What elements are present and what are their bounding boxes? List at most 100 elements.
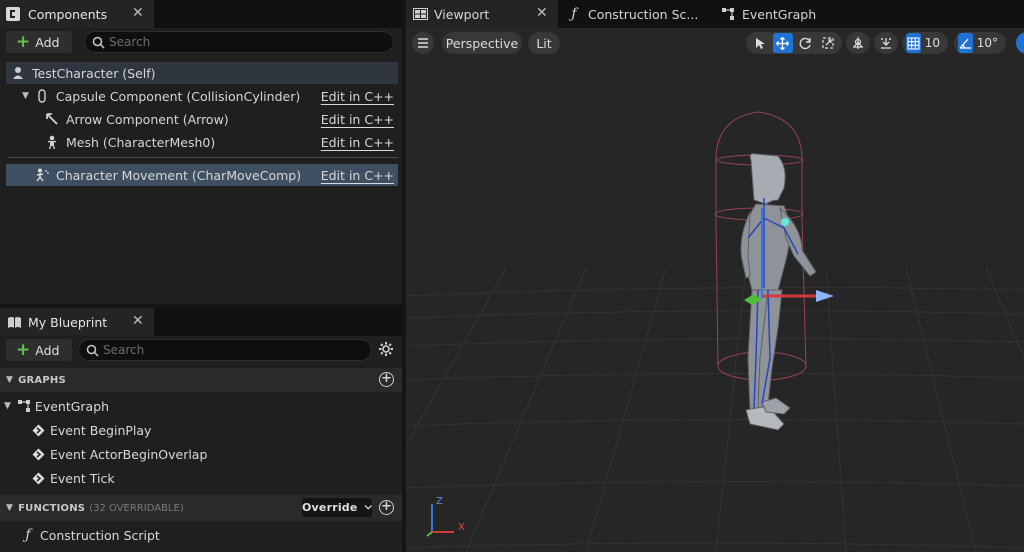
- capsule-icon: [34, 88, 50, 104]
- select-cursor-icon[interactable]: [750, 33, 771, 53]
- event-label: Event ActorBeginOverlap: [50, 446, 208, 462]
- settings-gear-icon[interactable]: [378, 341, 394, 360]
- character-mesh: [740, 153, 817, 431]
- event-label: Event BeginPlay: [50, 422, 152, 438]
- tree-row-mesh[interactable]: Mesh (CharacterMesh0) Edit in C++: [6, 131, 398, 153]
- viewport-icon: [412, 6, 428, 22]
- event-graph-item[interactable]: ▼ EventGraph: [4, 395, 109, 417]
- arrow-component-icon: [44, 111, 60, 127]
- root-label: TestCharacter (Self): [32, 65, 156, 81]
- override-label: Override: [302, 501, 358, 514]
- rotation-snap-group[interactable]: 10°: [954, 32, 1006, 54]
- editor-tabbar: Viewport ✕ ƒ Construction Sc... EventGra…: [406, 0, 1024, 28]
- collapse-caret-icon[interactable]: ▼: [4, 401, 11, 411]
- lit-button[interactable]: Lit: [528, 32, 560, 54]
- surface-snap-toggle[interactable]: [874, 32, 898, 54]
- graphs-header-label: GRAPHS: [18, 374, 66, 386]
- close-icon[interactable]: ✕: [132, 313, 144, 329]
- functions-count: (32 OVERRIDABLE): [89, 502, 184, 514]
- tab-construction-script[interactable]: ƒ Construction Sc...: [566, 0, 716, 28]
- blueprint-tab-label: My Blueprint: [28, 314, 108, 330]
- event-label: Event Tick: [50, 470, 115, 486]
- tree-root-self[interactable]: TestCharacter (Self): [6, 62, 398, 84]
- tab-label: Viewport: [434, 6, 490, 22]
- character-movement-icon: [34, 167, 50, 183]
- item-label: Capsule Component (CollisionCylinder): [55, 88, 301, 104]
- add-blueprint-item-button[interactable]: + Add: [6, 339, 72, 361]
- transform-tools: [746, 32, 842, 54]
- tree-row-capsule[interactable]: ▼ Capsule Component (CollisionCylinder) …: [6, 85, 398, 107]
- axis-z-label: Z: [436, 496, 443, 507]
- blueprint-search[interactable]: [78, 339, 372, 361]
- event-item[interactable]: Event BeginPlay: [30, 419, 151, 441]
- lit-label: Lit: [536, 35, 552, 51]
- book-icon: [6, 314, 22, 330]
- components-tabbar: Components ✕: [0, 0, 402, 28]
- scale-icon[interactable]: [818, 33, 839, 53]
- search-icon: [86, 344, 99, 357]
- grid-snap-value: 10: [924, 36, 940, 50]
- tree-row-arrow[interactable]: Arrow Component (Arrow) Edit in C++: [6, 108, 398, 130]
- move-icon[interactable]: [772, 33, 793, 53]
- perspective-button[interactable]: Perspective: [442, 32, 522, 54]
- world-space-icon: [853, 37, 863, 49]
- axis-x-label: X: [458, 522, 465, 533]
- components-toolbar: + Add: [0, 30, 402, 56]
- collapse-caret-icon[interactable]: ▼: [6, 503, 13, 513]
- tab-event-graph[interactable]: EventGraph: [720, 0, 850, 28]
- edit-in-cpp-link[interactable]: Edit in C++: [321, 89, 394, 104]
- perspective-label: Perspective: [445, 35, 519, 51]
- rotate-icon[interactable]: [795, 33, 816, 53]
- tree-row-character-movement[interactable]: Character Movement (CharMoveComp) Edit i…: [6, 164, 398, 186]
- add-function-icon[interactable]: +: [379, 500, 394, 515]
- viewport-grid: [406, 111, 1024, 552]
- event-item[interactable]: Event Tick: [30, 467, 115, 489]
- plus-icon: +: [16, 31, 31, 52]
- edit-in-cpp-link[interactable]: Edit in C++: [321, 112, 394, 127]
- grid-snap-group[interactable]: 10: [902, 32, 948, 54]
- collapse-caret-icon[interactable]: ▼: [22, 91, 29, 101]
- components-tab-label: Components: [28, 6, 108, 22]
- my-blueprint-tab[interactable]: My Blueprint ✕: [0, 308, 154, 336]
- blueprint-search-input[interactable]: [103, 343, 371, 357]
- grid-snap-icon[interactable]: [906, 33, 921, 53]
- tab-viewport[interactable]: Viewport ✕: [406, 0, 558, 28]
- event-item[interactable]: Event ActorBeginOverlap: [30, 443, 207, 465]
- function-label: Construction Script: [40, 527, 160, 543]
- components-search-input[interactable]: [109, 35, 393, 49]
- edit-in-cpp-link[interactable]: Edit in C++: [321, 135, 394, 150]
- viewport[interactable]: Perspective Lit 10 10° Z X: [406, 28, 1024, 552]
- blueprint-tabbar: My Blueprint ✕: [0, 308, 402, 336]
- function-icon: ƒ: [25, 527, 31, 543]
- event-graph-icon: [16, 398, 32, 414]
- angle-snap-icon[interactable]: [958, 33, 973, 53]
- item-label: Mesh (CharacterMesh0): [66, 134, 216, 150]
- tab-label: EventGraph: [742, 6, 817, 22]
- functions-section-header[interactable]: ▼ FUNCTIONS (32 OVERRIDABLE) Override +: [0, 495, 402, 521]
- edit-in-cpp-link[interactable]: Edit in C++: [321, 168, 394, 183]
- add-graph-icon[interactable]: +: [379, 372, 394, 387]
- event-node-icon: [30, 470, 46, 486]
- graphs-section-header[interactable]: ▼ GRAPHS +: [0, 368, 402, 392]
- event-graph-icon: [720, 6, 736, 22]
- collapse-caret-icon[interactable]: ▼: [6, 375, 13, 385]
- rotation-snap-value: 10°: [976, 36, 998, 50]
- add-label: Add: [35, 342, 60, 358]
- item-label: Character Movement (CharMoveComp): [56, 167, 302, 183]
- components-tab[interactable]: Components ✕: [0, 0, 154, 28]
- close-icon[interactable]: ✕: [132, 5, 144, 21]
- event-graph-label: EventGraph: [34, 398, 110, 414]
- close-icon[interactable]: ✕: [536, 5, 548, 21]
- character-icon: [10, 65, 26, 81]
- menu-icon: [418, 38, 428, 48]
- plus-icon: +: [16, 339, 31, 360]
- add-component-button[interactable]: + Add: [6, 31, 72, 53]
- hamburger-menu-button[interactable]: [412, 32, 434, 54]
- functions-header-label: FUNCTIONS: [18, 502, 86, 514]
- override-dropdown[interactable]: Override: [302, 498, 372, 517]
- function-item[interactable]: ƒ Construction Script: [20, 524, 160, 546]
- components-search[interactable]: [84, 31, 394, 53]
- local-world-toggle[interactable]: [846, 32, 870, 54]
- my-blueprint-panel: My Blueprint ✕ + Add ▼ GRAPHS + ▼ EventG…: [0, 308, 402, 552]
- item-label: Arrow Component (Arrow): [66, 111, 229, 127]
